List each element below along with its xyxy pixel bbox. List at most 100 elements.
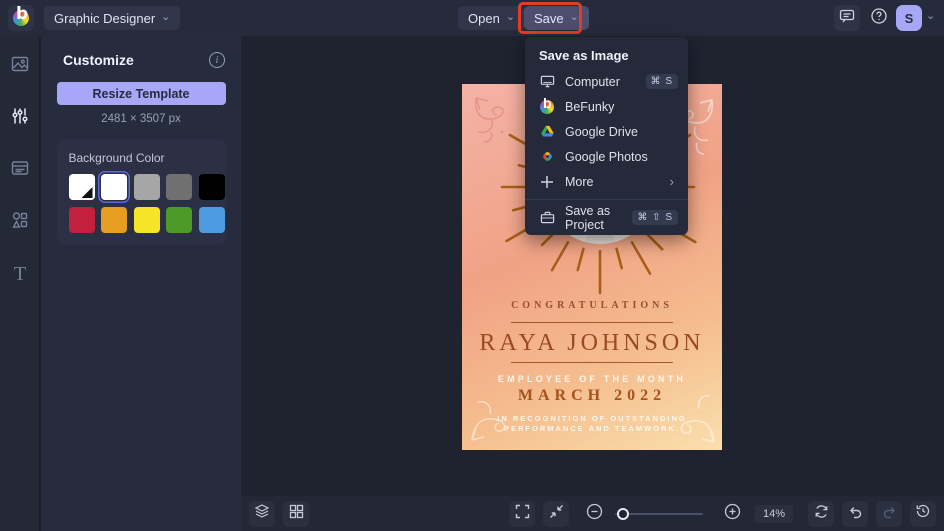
fullscreen-icon (515, 504, 530, 524)
shortcut-badge: ⌘ S (646, 74, 678, 89)
layers-icon (254, 503, 270, 524)
panel-title: Customize (63, 52, 134, 68)
menu-item-label: Google Photos (565, 150, 678, 164)
fit-to-screen-button[interactable] (543, 501, 569, 527)
plus-icon (539, 174, 555, 190)
chevron-down-icon: ⌄ (506, 12, 515, 23)
background-color-label: Background Color (69, 151, 214, 165)
avatar-initial: S (905, 11, 914, 26)
customize-panel: Customize i Resize Template 2481 × 3507 … (41, 36, 241, 531)
save-menu-header: Save as Image (525, 46, 688, 69)
zoom-controls: 14% (579, 501, 793, 527)
menu-item-label: Google Drive (565, 125, 678, 139)
sidebar-item-templates[interactable] (0, 148, 40, 192)
history-button[interactable] (910, 501, 936, 527)
save-menu-item-computer[interactable]: Computer ⌘ S (525, 69, 688, 94)
save-menu-item-google-drive[interactable]: Google Drive (525, 119, 688, 144)
chevron-right-icon: › (670, 174, 678, 189)
swatch-white[interactable] (101, 174, 127, 200)
chevron-down-icon: ⌄ (570, 12, 579, 23)
swatch-blue[interactable] (199, 207, 225, 233)
sidebar-item-graphics[interactable] (0, 200, 40, 244)
befunky-logo-icon[interactable] (8, 5, 34, 31)
certificate-name: RAYA JOHNSON (462, 330, 722, 357)
google-photos-icon (539, 149, 555, 165)
sidebar-item-text[interactable]: T (0, 252, 40, 296)
account-chevron-down-icon[interactable]: ⌄ (926, 11, 935, 22)
save-dropdown-menu: Save as Image Computer ⌘ S BeFunky Googl… (525, 37, 688, 235)
resize-template-button[interactable]: Resize Template (57, 82, 226, 105)
save-menu-item-befunky[interactable]: BeFunky (525, 94, 688, 119)
zoom-slider-handle[interactable] (617, 508, 629, 520)
certificate-divider (511, 322, 673, 323)
save-menu-item-google-photos[interactable]: Google Photos (525, 144, 688, 169)
swatch-transparent[interactable] (69, 174, 95, 200)
save-button[interactable]: Save ⌄ (524, 6, 589, 30)
layers-button[interactable] (249, 501, 275, 527)
menu-item-label: More (565, 175, 660, 189)
app-mode-dropdown[interactable]: Graphic Designer ⌄ (44, 6, 180, 30)
zoom-out-icon (586, 503, 603, 525)
reset-button[interactable] (808, 501, 834, 527)
grid-view-button[interactable] (283, 501, 309, 527)
google-drive-icon (539, 124, 555, 140)
zoom-out-button[interactable] (581, 501, 607, 527)
user-avatar[interactable]: S (896, 5, 922, 31)
top-bar: Graphic Designer ⌄ Open ⌄ Save ⌄ S ⌄ (0, 0, 944, 36)
sidebar-item-image-manager[interactable] (0, 44, 40, 88)
zoom-level-value[interactable]: 14% (755, 505, 793, 523)
certificate-subtitle: EMPLOYEE OF THE MONTH (462, 374, 722, 384)
template-dimensions: 2481 × 3507 px (41, 113, 241, 125)
open-button[interactable]: Open ⌄ (458, 6, 525, 30)
swatch-orange[interactable] (101, 207, 127, 233)
swatch-light-gray[interactable] (134, 174, 160, 200)
sidebar-item-customize[interactable] (0, 96, 40, 140)
swatch-grid (69, 174, 214, 233)
certificate-divider (511, 362, 673, 363)
menu-item-label: Save as Project (565, 204, 622, 232)
zoom-slider-track[interactable] (615, 513, 703, 515)
undo-button[interactable] (842, 501, 868, 527)
app-mode-label: Graphic Designer (54, 11, 155, 26)
fullscreen-button[interactable] (509, 501, 535, 527)
info-icon[interactable]: i (209, 52, 225, 68)
open-button-label: Open (468, 11, 500, 26)
reset-icon (814, 504, 829, 524)
swatch-dark-gray[interactable] (166, 174, 192, 200)
swatch-black[interactable] (199, 174, 225, 200)
menu-item-label: BeFunky (565, 100, 678, 114)
computer-icon (539, 74, 555, 90)
befunky-icon (539, 99, 555, 115)
fit-screen-icon (549, 504, 564, 524)
save-menu-item-more[interactable]: More › (525, 169, 688, 194)
left-icon-rail: T (0, 36, 40, 531)
background-color-card: Background Color (57, 139, 226, 245)
grid-icon (289, 504, 304, 524)
image-icon (10, 54, 30, 79)
redo-icon (882, 504, 897, 524)
certificate-congratulations: CONGRATULATIONS (462, 300, 722, 311)
template-card-icon (10, 158, 30, 183)
shortcut-badge: ⌘ ⇧ S (632, 210, 678, 225)
swatch-green[interactable] (166, 207, 192, 233)
bottom-toolbar: 14% (241, 496, 944, 531)
menu-divider (525, 199, 688, 200)
feedback-chat-button[interactable] (834, 5, 860, 31)
swatch-red[interactable] (69, 207, 95, 233)
save-button-label: Save (534, 11, 564, 26)
chevron-down-icon: ⌄ (161, 12, 170, 23)
redo-button[interactable] (876, 501, 902, 527)
shapes-icon (10, 210, 30, 235)
chat-bubble-icon (839, 8, 855, 29)
undo-icon (848, 504, 863, 524)
help-button[interactable] (866, 5, 892, 31)
sliders-icon (10, 106, 30, 131)
zoom-in-button[interactable] (719, 501, 745, 527)
swatch-yellow[interactable] (134, 207, 160, 233)
zoom-in-icon (724, 503, 741, 525)
history-icon (915, 503, 931, 524)
save-menu-item-save-as-project[interactable]: Save as Project ⌘ ⇧ S (525, 205, 688, 230)
menu-item-label: Computer (565, 75, 636, 89)
help-icon (870, 7, 888, 30)
certificate-recognition: IN RECOGNITION OF OUTSTANDING PERFORMANC… (462, 414, 722, 434)
